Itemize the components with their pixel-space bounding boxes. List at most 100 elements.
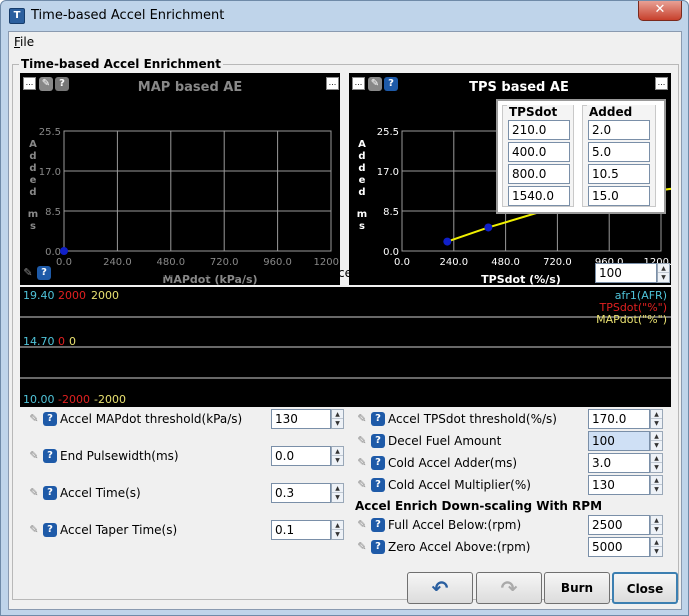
spin-up-icon[interactable]: ▲ (332, 447, 343, 456)
zero-accel-help-icon[interactable]: ? (371, 540, 385, 554)
zero-accel-spinner[interactable]: ▲ ▼ (650, 537, 663, 557)
cold-multiplier-edit-icon[interactable]: ✎ (355, 478, 369, 492)
spin-down-icon[interactable]: ▼ (651, 441, 662, 450)
redo-icon: ↷ (500, 576, 518, 600)
mapdot-threshold-input[interactable]: 130 (271, 409, 331, 429)
mapdot-threshold-help-icon[interactable]: ? (43, 412, 57, 426)
decel-fuel-spinner[interactable]: ▲ ▼ (650, 431, 663, 451)
end-pulsewidth-label: End Pulsewidth(ms) (60, 449, 179, 463)
tps-table-addedms-cell[interactable]: 15.0 (588, 186, 650, 206)
spin-up-icon[interactable]: ▲ (332, 484, 343, 493)
tps-y-axis-label-char: d (358, 163, 365, 174)
spin-up-icon[interactable]: ▲ (651, 538, 662, 547)
accel-taper-input[interactable]: 0.1 (271, 520, 331, 540)
spin-down-icon[interactable]: ▼ (332, 493, 343, 502)
mapdot-threshold-spinner[interactable]: ▲ ▼ (331, 409, 344, 429)
cold-adder-edit-icon[interactable]: ✎ (355, 456, 369, 470)
cold-multiplier-spinner[interactable]: ▲ ▼ (650, 475, 663, 495)
accel-time-input[interactable]: 0.3 (271, 483, 331, 503)
end-pulsewidth-spinner[interactable]: ▲ ▼ (331, 446, 344, 466)
full-accel-edit-icon[interactable]: ✎ (355, 518, 369, 532)
map-y-axis-label-char: s (30, 221, 36, 232)
tps-table-tpsdot-cell[interactable]: 400.0 (508, 142, 570, 162)
spin-down-icon[interactable]: ▼ (332, 456, 343, 465)
accel-taper-spinner[interactable]: ▲ ▼ (331, 520, 344, 540)
blend-help-icon[interactable]: ? (37, 266, 51, 280)
map-y-axis-label-char: A (29, 139, 37, 150)
tpsdot-threshold-spinner[interactable]: ▲ ▼ (650, 409, 663, 429)
accel-taper-help-icon[interactable]: ? (43, 523, 57, 537)
spin-down-icon[interactable]: ▼ (332, 419, 343, 428)
spin-down-icon[interactable]: ▼ (658, 273, 669, 282)
accel-time-help-icon[interactable]: ? (43, 486, 57, 500)
spin-up-icon[interactable]: ▲ (651, 476, 662, 485)
redo-button[interactable]: ↷ (476, 572, 542, 604)
spin-down-icon[interactable]: ▼ (651, 419, 662, 428)
spin-up-icon[interactable]: ▲ (651, 432, 662, 441)
spin-up-icon[interactable]: ▲ (332, 521, 343, 530)
strip-tps-mid: 0 (58, 335, 65, 348)
spin-down-icon[interactable]: ▼ (332, 530, 343, 539)
zero-accel-input[interactable]: 5000 (588, 537, 650, 557)
tpsdot-threshold-edit-icon[interactable]: ✎ (355, 412, 369, 426)
menu-file[interactable]: File (14, 35, 34, 49)
cold-multiplier-input[interactable]: 130 (588, 475, 650, 495)
accel-time-spinner[interactable]: ▲ ▼ (331, 483, 344, 503)
tps-y-tick-label: 25.5 (377, 127, 399, 138)
undo-button[interactable]: ↶ (407, 572, 473, 604)
cold-multiplier-help-icon[interactable]: ? (371, 478, 385, 492)
tps-table-tpsdot-cell[interactable]: 1540.0 (508, 186, 570, 206)
mapdot-threshold-edit-icon[interactable]: ✎ (27, 412, 41, 426)
window-title: Time-based Accel Enrichment (31, 8, 225, 23)
full-accel-spinner[interactable]: ▲ ▼ (650, 515, 663, 535)
spin-up-icon[interactable]: ▲ (651, 516, 662, 525)
strip-chart: 19.40 2000 2000 14.70 0 0 10.00 -2000 -2… (20, 289, 671, 406)
tpsdot-threshold-help-icon[interactable]: ? (371, 412, 385, 426)
blend-edit-icon[interactable]: ✎ (21, 266, 35, 280)
tps-table-tpsdot-cell[interactable]: 800.0 (508, 164, 570, 184)
tps-table-addedms-cell[interactable]: 5.0 (588, 142, 650, 162)
spin-down-icon[interactable]: ▼ (651, 485, 662, 494)
spin-up-icon[interactable]: ▲ (332, 410, 343, 419)
map-y-tick-label: 25.5 (39, 127, 61, 138)
accel-taper-edit-icon[interactable]: ✎ (27, 523, 41, 537)
end-pulsewidth-input[interactable]: 0.0 (271, 446, 331, 466)
close-button[interactable]: Close (612, 572, 678, 604)
spin-up-icon[interactable]: ▲ (658, 264, 669, 273)
map-chart-panel: ... ✎ ? ... MAP based AE 25.5 17.0 8.5 0.0 … (20, 73, 340, 285)
rpm-section-heading: Accel Enrich Down-scaling With RPM (355, 499, 603, 513)
accel-time-edit-icon[interactable]: ✎ (27, 486, 41, 500)
burn-button[interactable]: Burn (544, 572, 610, 604)
strip-map-min: -2000 (94, 393, 126, 406)
spin-down-icon[interactable]: ▼ (651, 525, 662, 534)
decel-fuel-help-icon[interactable]: ? (371, 434, 385, 448)
tps-table-addedms-cell[interactable]: 10.5 (588, 164, 650, 184)
end-pulsewidth-help-icon[interactable]: ? (43, 449, 57, 463)
blend-spinner[interactable]: ▲ ▼ (657, 263, 670, 283)
full-accel-label: Full Accel Below:(rpm) (388, 518, 522, 532)
tps-table-addedms-cell[interactable]: 2.0 (588, 120, 650, 140)
spin-up-icon[interactable]: ▲ (651, 410, 662, 419)
zero-accel-edit-icon[interactable]: ✎ (355, 540, 369, 554)
map-y-axis-label-char: e (30, 175, 37, 186)
blend-input[interactable]: 100 (595, 263, 657, 283)
tps-table-tpsdot-cell[interactable]: 210.0 (508, 120, 570, 140)
spin-up-icon[interactable]: ▲ (651, 454, 662, 463)
spin-down-icon[interactable]: ▼ (651, 547, 662, 556)
window-close-button[interactable]: ✕ (638, 1, 682, 21)
end-pulsewidth-edit-icon[interactable]: ✎ (27, 449, 41, 463)
tps-data-point (484, 223, 493, 232)
cold-adder-spinner[interactable]: ▲ ▼ (650, 453, 663, 473)
map-y-axis-label-char: m (28, 209, 38, 220)
app-icon: T (9, 8, 25, 24)
full-accel-help-icon[interactable]: ? (371, 518, 385, 532)
cold-adder-help-icon[interactable]: ? (371, 456, 385, 470)
decel-fuel-input[interactable]: 100 (588, 431, 650, 451)
spin-down-icon[interactable]: ▼ (651, 463, 662, 472)
tpsdot-threshold-input[interactable]: 170.0 (588, 409, 650, 429)
decel-fuel-edit-icon[interactable]: ✎ (355, 434, 369, 448)
map-chart-title: MAP based AE (138, 80, 242, 95)
full-accel-input[interactable]: 2500 (588, 515, 650, 535)
cold-adder-input[interactable]: 3.0 (588, 453, 650, 473)
tps-x-tick-label: 720.0 (543, 257, 572, 268)
